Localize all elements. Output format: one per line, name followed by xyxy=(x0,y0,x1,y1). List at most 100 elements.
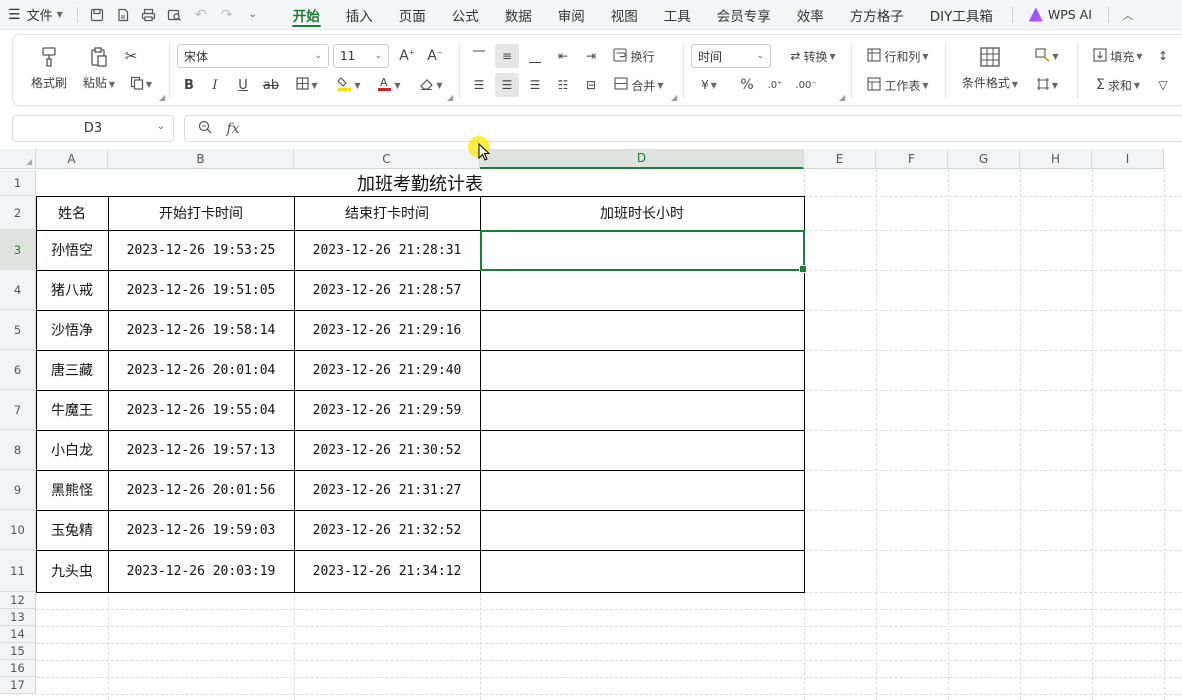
header-cell[interactable]: 姓名 xyxy=(36,196,108,230)
overtime-cell[interactable] xyxy=(480,470,804,510)
selected-cell-d3[interactable] xyxy=(480,230,807,273)
row-header-9[interactable]: 9 xyxy=(0,470,36,510)
align-left-button[interactable]: ☰ xyxy=(467,73,491,97)
overtime-cell[interactable] xyxy=(480,310,804,350)
row-header-10[interactable]: 10 xyxy=(0,510,36,550)
dialog-launcher-icon[interactable]: ◢ xyxy=(671,93,677,102)
tab-member[interactable]: 会员专享 xyxy=(704,0,784,30)
sheet-title[interactable]: 加班考勤统计表 xyxy=(36,170,804,196)
row-header-1[interactable]: 1 xyxy=(0,170,36,196)
wps-ai-button[interactable]: WPS AI xyxy=(1019,0,1102,30)
borders-button[interactable]: ▼ xyxy=(289,73,325,97)
row-header-14[interactable]: 14 xyxy=(0,626,36,643)
tab-efficiency[interactable]: 效率 xyxy=(784,0,837,30)
column-header-b[interactable]: B xyxy=(108,149,294,169)
time-cell[interactable]: 2023-12-26 20:03:19 xyxy=(108,550,294,592)
align-bottom-button[interactable]: ⎽ xyxy=(523,44,547,68)
increase-font-button[interactable]: A+ xyxy=(395,44,419,68)
select-all-corner[interactable] xyxy=(0,149,36,169)
header-cell[interactable]: 开始打卡时间 xyxy=(108,196,294,230)
cell-style-button[interactable]: ▼ xyxy=(1029,44,1065,68)
name-box[interactable]: D3 ⌄ xyxy=(12,115,174,142)
row-header-3[interactable]: 3 xyxy=(0,230,36,270)
bold-button[interactable]: B xyxy=(177,73,201,97)
dialog-launcher-icon[interactable]: ◢ xyxy=(447,93,453,102)
justify-button[interactable]: ☷ xyxy=(551,73,575,97)
tab-home[interactable]: 开始 xyxy=(280,0,333,30)
overtime-cell[interactable] xyxy=(480,350,804,390)
time-cell[interactable]: 2023-12-26 21:34:12 xyxy=(294,550,480,592)
sort-button[interactable]: ↕ xyxy=(1155,44,1171,68)
print-icon[interactable] xyxy=(136,0,162,30)
align-middle-button[interactable]: ≡ xyxy=(495,44,519,68)
dialog-launcher-icon[interactable]: ◢ xyxy=(839,93,845,102)
strikethrough-button[interactable]: ab xyxy=(259,73,283,97)
time-cell[interactable]: 2023-12-26 19:55:04 xyxy=(108,390,294,430)
row-header-2[interactable]: 2 xyxy=(0,196,36,230)
column-header-d[interactable]: D xyxy=(480,149,804,169)
wrap-text-button[interactable]: 换行 xyxy=(609,44,659,68)
column-header-g[interactable]: G xyxy=(948,149,1020,169)
row-header-7[interactable]: 7 xyxy=(0,390,36,430)
font-size-select[interactable]: 11 ⌄ xyxy=(333,44,389,68)
row-header-5[interactable]: 5 xyxy=(0,310,36,350)
time-cell[interactable]: 2023-12-26 21:29:16 xyxy=(294,310,480,350)
number-format-select[interactable]: 时间 ⌄ xyxy=(691,44,771,68)
align-top-button[interactable]: ⎺ xyxy=(467,44,491,68)
decrease-font-button[interactable]: A− xyxy=(423,44,447,68)
font-color-button[interactable]: A ▼ xyxy=(371,73,407,97)
file-menu[interactable]: ☰ 文件 ▼ xyxy=(0,0,71,30)
overtime-cell[interactable] xyxy=(480,430,804,470)
time-cell[interactable]: 2023-12-26 21:32:52 xyxy=(294,510,480,550)
row-header-13[interactable]: 13 xyxy=(0,609,36,626)
tab-tools[interactable]: 工具 xyxy=(651,0,704,30)
increase-decimal-button[interactable]: .0⁺ xyxy=(763,73,787,97)
row-header-12[interactable]: 12 xyxy=(0,592,36,609)
customize-chevron-icon[interactable]: ⌄ xyxy=(240,0,266,30)
time-cell[interactable]: 2023-12-26 21:29:59 xyxy=(294,390,480,430)
convert-button[interactable]: ⇄ 转换 ▼ xyxy=(777,44,849,68)
font-name-select[interactable]: 宋体 ⌄ xyxy=(177,44,329,68)
column-header-a[interactable]: A xyxy=(36,149,108,169)
row-header-17[interactable]: 17 xyxy=(0,677,36,694)
dialog-launcher-icon[interactable]: ◢ xyxy=(159,93,165,102)
time-cell[interactable]: 2023-12-26 19:59:03 xyxy=(108,510,294,550)
name-cell[interactable]: 孙悟空 xyxy=(36,230,108,270)
time-cell[interactable]: 2023-12-26 20:01:56 xyxy=(108,470,294,510)
time-cell[interactable]: 2023-12-26 21:28:57 xyxy=(294,270,480,310)
row-header-4[interactable]: 4 xyxy=(0,270,36,310)
overtime-cell[interactable] xyxy=(480,510,804,550)
export-pdf-icon[interactable] xyxy=(110,0,136,30)
time-cell[interactable]: 2023-12-26 21:31:27 xyxy=(294,470,480,510)
row-header-11[interactable]: 11 xyxy=(0,550,36,592)
tab-page[interactable]: 页面 xyxy=(386,0,439,30)
column-header-e[interactable]: E xyxy=(804,149,876,169)
name-cell[interactable]: 黑熊怪 xyxy=(36,470,108,510)
tab-data[interactable]: 数据 xyxy=(492,0,545,30)
sum-button[interactable]: Σ 求和 ▼ xyxy=(1087,73,1149,97)
column-header-c[interactable]: C xyxy=(294,149,480,169)
time-cell[interactable]: 2023-12-26 19:57:13 xyxy=(108,430,294,470)
overtime-cell[interactable] xyxy=(480,550,804,592)
spreadsheet-grid[interactable]: A B C D E F G H I 1 2 3 4 5 6 7 8 9 10 11 12 13 14 15 16 17 加班考勤统计… xyxy=(0,149,1182,700)
row-header-8[interactable]: 8 xyxy=(0,430,36,470)
column-header-h[interactable]: H xyxy=(1020,149,1092,169)
row-header-15[interactable]: 15 xyxy=(0,643,36,660)
column-header-i[interactable]: I xyxy=(1092,149,1164,169)
time-cell[interactable]: 2023-12-26 19:58:14 xyxy=(108,310,294,350)
time-cell[interactable]: 2023-12-26 21:28:31 xyxy=(294,230,480,270)
currency-button[interactable]: ¥ ▼ xyxy=(691,73,727,97)
table-style-button[interactable]: ▼ xyxy=(1029,73,1065,97)
save-icon[interactable] xyxy=(84,0,110,30)
italic-button[interactable]: I xyxy=(203,73,227,97)
rows-cols-button[interactable]: 行和列 ▼ xyxy=(861,44,935,68)
overtime-cell[interactable] xyxy=(480,270,804,310)
tab-review[interactable]: 审阅 xyxy=(545,0,598,30)
insert-function-icon[interactable]: fx xyxy=(219,121,247,137)
name-cell[interactable]: 玉兔精 xyxy=(36,510,108,550)
header-cell[interactable]: 加班时长小时 xyxy=(480,196,804,230)
percent-button[interactable]: % xyxy=(735,73,759,97)
time-cell[interactable]: 2023-12-26 19:53:25 xyxy=(108,230,294,270)
name-cell[interactable]: 小白龙 xyxy=(36,430,108,470)
row-header-6[interactable]: 6 xyxy=(0,350,36,390)
